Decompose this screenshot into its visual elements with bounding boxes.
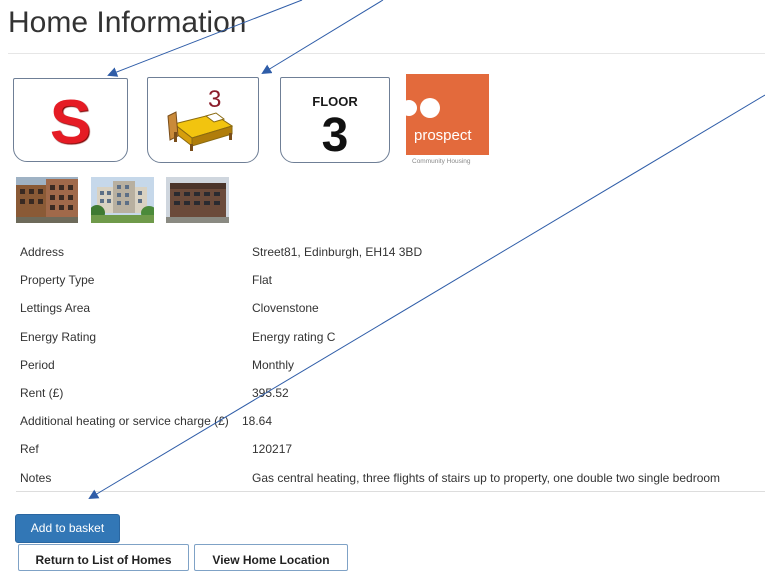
- detail-value: Monthly: [252, 357, 295, 372]
- building-photo-3[interactable]: [166, 177, 229, 223]
- detail-label: Lettings Area: [20, 301, 91, 316]
- detail-value: Clovenstone: [252, 301, 319, 316]
- floor-badge: FLOOR 3: [280, 77, 390, 163]
- view-home-location-button[interactable]: View Home Location: [194, 544, 348, 571]
- detail-value: Street81, Edinburgh, EH14 3BD: [252, 245, 423, 259]
- floor-number: 3: [321, 109, 349, 162]
- letter-s-icon: S: [49, 88, 92, 157]
- detail-value: 120217: [252, 442, 293, 457]
- bed-icon: [167, 111, 234, 151]
- return-to-list-button[interactable]: Return to List of Homes: [18, 544, 189, 571]
- detail-label: Additional heating or service charge (£): [20, 414, 229, 429]
- building-photo-2[interactable]: [91, 177, 154, 223]
- title-divider: [8, 53, 765, 54]
- detail-value: Flat: [252, 273, 273, 288]
- detail-label: Address: [20, 245, 65, 259]
- details-divider: [16, 491, 765, 492]
- detail-label: Period: [20, 357, 55, 372]
- page-title: Home Information: [8, 6, 247, 39]
- building-photo-1[interactable]: [16, 177, 78, 223]
- detail-value: 18.64: [242, 414, 273, 429]
- bedrooms-badge: 3: [147, 77, 259, 163]
- add-to-basket-button[interactable]: Add to basket: [15, 514, 120, 543]
- landlord-name: prospect: [414, 127, 472, 144]
- logo-dots-icon: [406, 98, 440, 118]
- detail-value: Gas central heating, three flights of st…: [252, 470, 721, 485]
- detail-label: Ref: [20, 442, 39, 457]
- detail-value: Energy rating C: [252, 329, 336, 344]
- detail-label: Property Type: [20, 273, 95, 288]
- landlord-logo: prospect: [406, 74, 489, 155]
- annotation-arrow-2: [261, 0, 384, 75]
- detail-value: 395.52: [252, 385, 289, 400]
- detail-label: Rent (£): [20, 385, 64, 400]
- floor-label: FLOOR: [312, 94, 358, 109]
- landlord-subtitle: Community Housing: [412, 158, 471, 165]
- detail-label: Notes: [20, 470, 52, 485]
- property-type-badge: S: [13, 78, 128, 162]
- detail-label: Energy Rating: [20, 329, 97, 344]
